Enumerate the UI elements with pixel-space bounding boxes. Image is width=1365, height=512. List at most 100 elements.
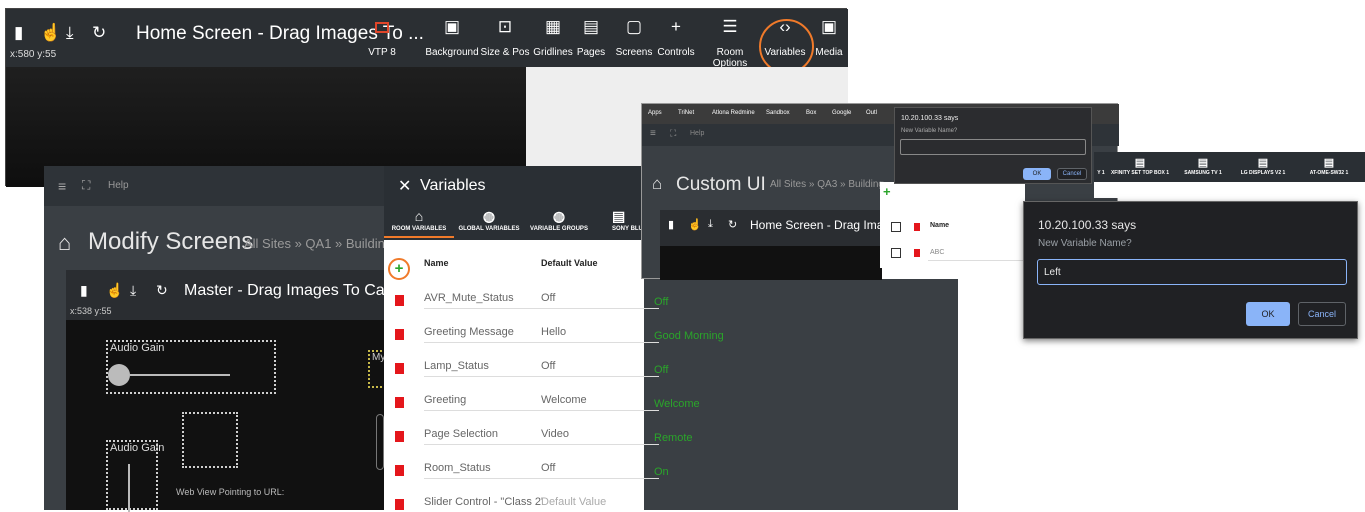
variable-default[interactable]: Video [541,428,659,445]
tab-lg-displays[interactable]: ▤ LG DISPLAYS V2 1 [1234,156,1292,176]
variable-row: AVR_Mute_Status Off Off [384,282,714,316]
variable-name-input[interactable] [1037,259,1347,285]
delete-icon[interactable] [395,431,404,442]
variable-name[interactable]: ABC [930,249,944,256]
variable-name[interactable]: Room_Status [424,462,542,479]
bookmark-box[interactable]: Box [806,110,816,116]
select-checkbox[interactable] [891,222,901,232]
variable-default[interactable]: Off [541,462,659,479]
delete-icon[interactable] [395,329,404,340]
bookmark-google[interactable]: Google [832,110,851,116]
variable-name[interactable]: Page Selection [424,428,542,445]
bookmark-sandbox[interactable]: Sandbox [766,110,790,116]
download-icon[interactable]: ⤓ [708,218,713,231]
delete-icon[interactable] [395,295,404,306]
remote-icon[interactable]: ▮ [668,218,674,231]
cancel-button[interactable]: Cancel [1298,302,1346,326]
dialog-prompt: New Variable Name? [1038,238,1132,249]
delete-icon[interactable] [395,397,404,408]
touch-icon[interactable]: ☝ [688,218,702,231]
tab-xfinity-set-top-box[interactable]: ▤ XFINITY SET TOP BOX 1 [1108,156,1172,176]
screens-button[interactable]: ▢ Screens [614,15,654,65]
home-screen-title: Home Screen - Drag Image [750,218,897,232]
controls-button[interactable]: + Controls [656,15,696,65]
tab-variable-groups[interactable]: ◍ VARIABLE GROUPS [524,206,594,232]
variable-live-value: Off [654,364,669,376]
variable-name[interactable]: Greeting [424,394,542,411]
size-pos-button[interactable]: ⊡ Size & Pos [480,15,530,65]
tab-samsung-tv[interactable]: ▤ SAMSUNG TV 1 [1174,156,1232,176]
empty-widget[interactable] [182,412,238,468]
cancel-button[interactable]: Cancel [1057,168,1087,180]
download-icon[interactable]: ⤓ [130,282,136,299]
custom-variables-list: + Name ABC [880,182,1025,268]
bookmark-atlona-redmine[interactable]: Atlona Redmine [712,110,755,116]
tab-room-variables[interactable]: ⌂ ROOM VARIABLES [384,206,454,238]
pages-button[interactable]: ▤ Pages [574,15,608,65]
ok-button[interactable]: OK [1246,302,1290,326]
menu-icon[interactable]: ≡ [58,178,66,194]
active-tab-underline [384,236,454,238]
variable-name[interactable]: AVR_Mute_Status [424,292,542,309]
prompt-dialog: 10.20.100.33 says New Variable Name? OK … [1023,201,1358,339]
refresh-icon[interactable]: ↻ [92,23,106,43]
variable-name-input[interactable] [900,139,1086,155]
delete-icon[interactable] [395,465,404,476]
touch-icon[interactable]: ☝ [106,282,123,299]
bookmark-apps[interactable]: Apps [648,110,662,116]
tab-global-variables[interactable]: ◍ GLOBAL VARIABLES [454,206,524,232]
breadcrumb[interactable]: All Sites » QA1 » Building [244,236,392,251]
refresh-icon[interactable]: ↻ [156,282,168,299]
delete-icon[interactable] [914,223,920,231]
variable-default[interactable]: Off [541,292,659,309]
help-menu[interactable]: Help [108,180,129,191]
gridlines-button[interactable]: ▦ Gridlines [532,15,574,65]
bookmark-outl[interactable]: Outl [866,110,877,116]
fullscreen-icon[interactable]: ⛶ [82,178,90,193]
variable-name[interactable]: Greeting Message [424,326,542,343]
select-checkbox[interactable] [891,248,901,258]
variable-default[interactable]: Hello [541,326,659,343]
remote-icon[interactable]: ▮ [80,282,88,299]
variable-name[interactable]: Slider Control - "Class 2" (962 [424,496,542,510]
ok-button[interactable]: OK [1023,168,1051,180]
refresh-icon[interactable]: ↻ [728,218,737,231]
variable-default[interactable]: Welcome [541,394,659,411]
slider-knob[interactable] [108,364,130,386]
row-divider [928,260,1023,261]
add-variable-button[interactable]: + [883,184,891,199]
close-icon[interactable]: ✕ [398,176,411,196]
tab-at-ome-sw32[interactable]: ▤ AT-OME-SW32 1 [1296,156,1362,176]
media-button[interactable]: ▣ Media [812,15,846,65]
tab-sony-blu[interactable]: ▤ SONY BLU [594,206,644,232]
audio-gain-slider-widget[interactable]: Audio Gain [106,340,276,394]
bookmark-trinet[interactable]: TriNet [678,110,694,116]
vtp-button[interactable]: VTP 8 [362,15,402,65]
remote-icon[interactable]: ▮ [14,23,23,43]
help-menu[interactable]: Help [690,130,704,137]
building-icon: ⌂ [652,174,663,193]
delete-icon[interactable] [395,363,404,374]
slider-track [130,374,230,376]
breadcrumb[interactable]: All Sites » QA3 » Building [770,179,884,190]
variable-row: Lamp_Status Off Off [384,350,714,384]
variable-name[interactable]: Lamp_Status [424,360,542,377]
tab-device-y1[interactable]: Y 1 [1094,156,1108,176]
variable-default[interactable]: Default Value [541,496,659,510]
audio-gain-vertical-widget[interactable]: Audio Gain [106,440,164,512]
download-icon[interactable]: ⤓ [66,23,74,43]
webview-label: Web View Pointing to URL: [176,487,285,497]
col-name-header: Name [424,258,449,268]
add-variable-button[interactable]: + [388,258,410,280]
variable-live-value: Welcome [654,398,700,410]
dialog-prompt: New Variable Name? [901,128,958,134]
fullscreen-icon[interactable]: ⛶ [670,128,676,139]
delete-icon[interactable] [914,249,920,257]
variable-default[interactable]: Off [541,360,659,377]
delete-icon[interactable] [395,499,404,510]
cursor-coords: x:580 y:55 [10,49,57,60]
touch-icon[interactable]: ☝ [40,23,61,43]
background-button[interactable]: ▣ Background [424,15,480,65]
menu-icon[interactable]: ≡ [650,128,656,139]
room-options-button[interactable]: ☰ Room Options [700,15,760,69]
